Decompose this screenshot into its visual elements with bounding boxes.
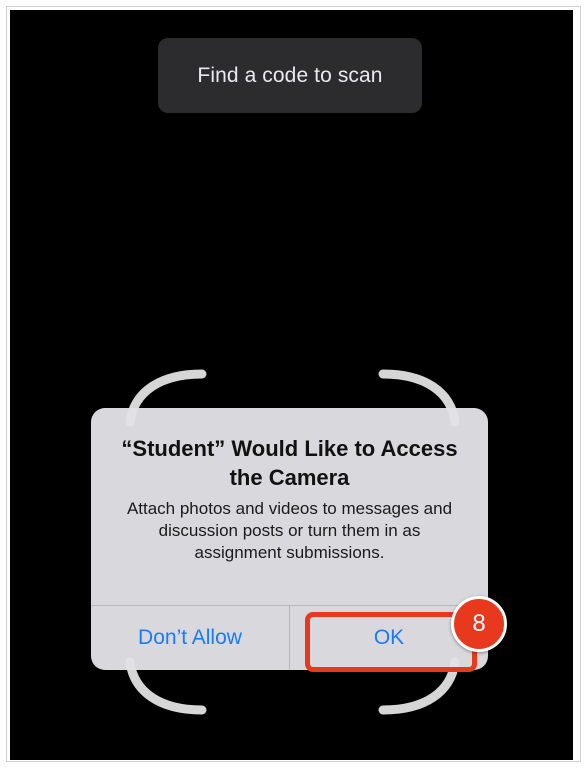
step-number-badge: 8	[451, 596, 507, 652]
scan-instruction-banner: Find a code to scan	[158, 38, 422, 113]
alert-title: “Student” Would Like to Access the Camer…	[121, 436, 458, 490]
alert-content: “Student” Would Like to Access the Camer…	[91, 408, 488, 605]
dont-allow-button[interactable]: Don’t Allow	[91, 606, 289, 670]
camera-viewfinder-screen: Find a code to scan “Student” Would Like…	[10, 10, 573, 760]
alert-message: Attach photos and videos to messages and…	[126, 499, 453, 562]
